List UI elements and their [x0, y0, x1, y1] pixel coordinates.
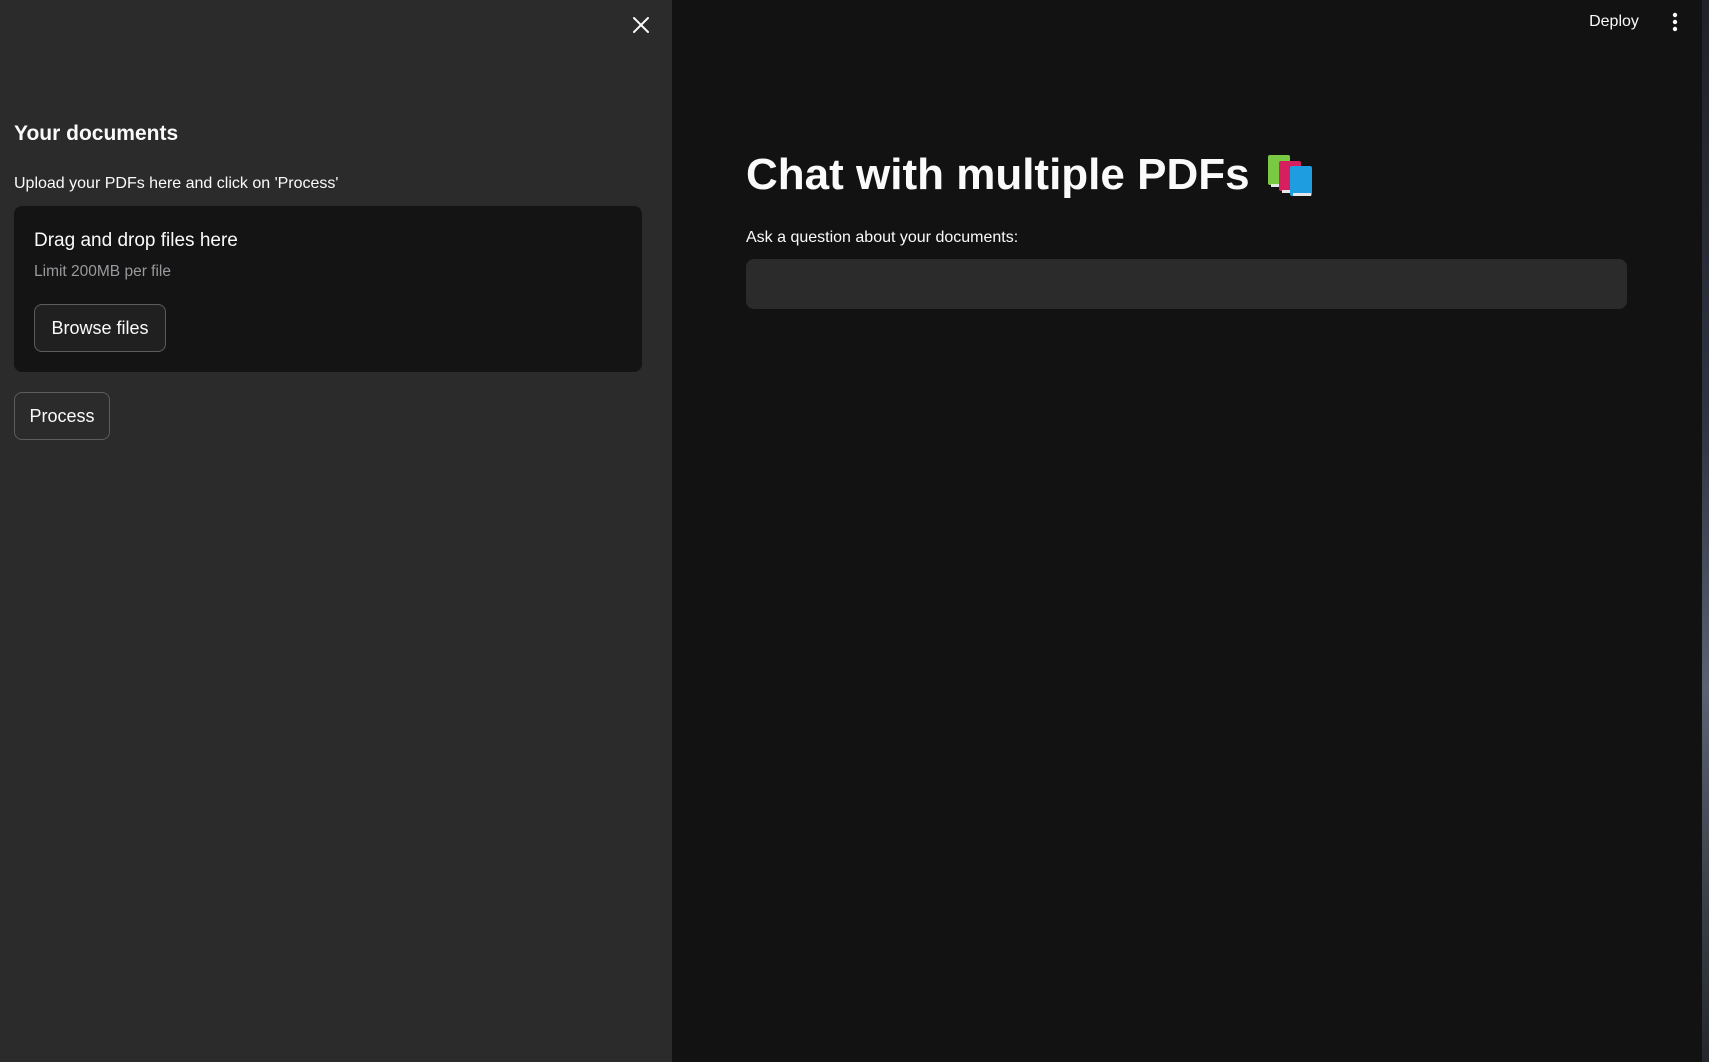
dropzone-limit: Limit 200MB per file: [34, 263, 171, 280]
close-sidebar-button[interactable]: [626, 10, 656, 40]
window-edge: [1702, 0, 1709, 1062]
question-input[interactable]: [746, 259, 1627, 309]
page-title-text: Chat with multiple PDFs: [746, 150, 1250, 199]
browse-files-button[interactable]: Browse files: [34, 304, 166, 352]
app-root: Your documents Upload your PDFs here and…: [0, 0, 1709, 1062]
dropzone-title: Drag and drop files here: [34, 230, 238, 251]
close-icon: [633, 17, 649, 33]
page-title: Chat with multiple PDFs: [746, 150, 1314, 200]
main-menu-button[interactable]: [1664, 8, 1686, 36]
books-icon: [1267, 155, 1312, 196]
question-label: Ask a question about your documents:: [746, 229, 1019, 246]
sidebar-heading: Your documents: [14, 122, 179, 145]
uploader-label: Upload your PDFs here and click on 'Proc…: [14, 175, 339, 192]
deploy-button[interactable]: Deploy: [1580, 8, 1648, 36]
file-dropzone[interactable]: Drag and drop files here Limit 200MB per…: [14, 206, 642, 372]
process-button[interactable]: Process: [14, 392, 110, 440]
sidebar: Your documents Upload your PDFs here and…: [0, 0, 672, 1062]
more-vertical-icon: [1672, 12, 1678, 32]
